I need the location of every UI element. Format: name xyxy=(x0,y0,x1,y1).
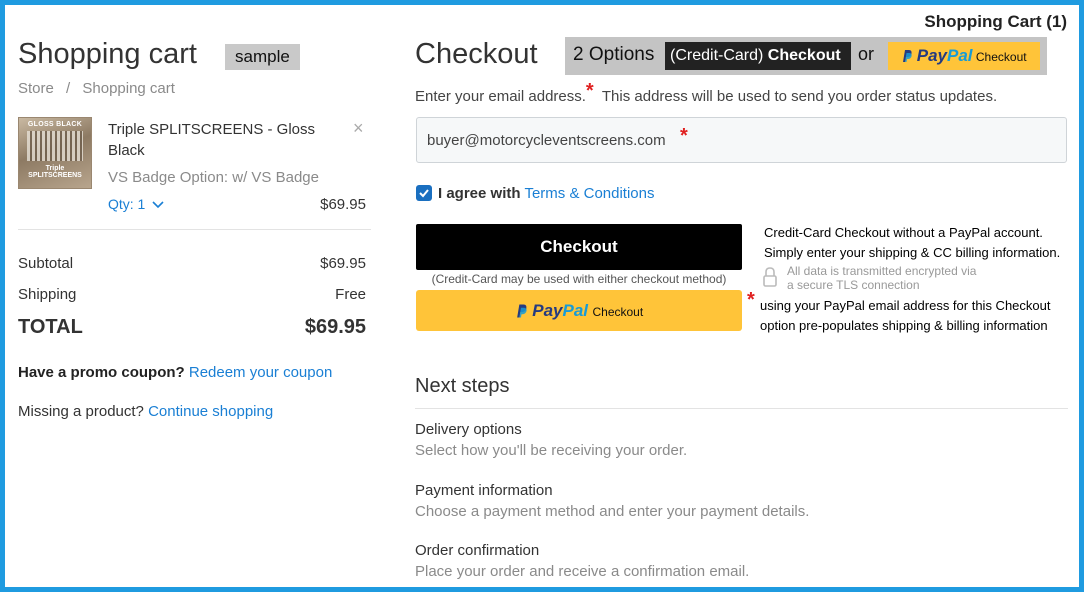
paypal-checkout-option: PayPal Checkout xyxy=(888,42,1040,70)
product-option: VS Badge Option: w/ VS Badge xyxy=(108,169,319,186)
cart-title: Shopping cart xyxy=(18,38,197,70)
shipping-value: Free xyxy=(335,286,366,303)
total-value: $69.95 xyxy=(304,316,366,338)
page-frame: Shopping Cart (1) Shopping cart sample S… xyxy=(0,0,1084,592)
shipping-label: Shipping xyxy=(18,286,77,303)
paypal-info-line1: using your PayPal email address for this… xyxy=(760,298,1051,313)
options-banner: 2 Options (Credit-Card) Checkout or PayP… xyxy=(565,37,1047,75)
redeem-coupon-link[interactable]: Redeem your coupon xyxy=(189,364,332,381)
email-prompt-row: Enter your email address.* This address … xyxy=(415,80,997,105)
paypal-info-star: * xyxy=(747,289,755,311)
step-desc: Select how you'll be receiving your orde… xyxy=(415,442,688,459)
breadcrumb: Store / Shopping cart xyxy=(18,80,175,97)
thumbnail-top-text: GLOSS BLACK xyxy=(27,121,83,128)
next-steps-title: Next steps xyxy=(415,375,510,397)
step-desc: Place your order and receive a confirmat… xyxy=(415,563,750,580)
thumbnail-bottom-text: Triple SPLITSCREENS xyxy=(28,165,82,179)
cc-checkout-option: (Credit-Card) Checkout xyxy=(665,42,851,70)
promo-row: Have a promo coupon? Redeem your coupon xyxy=(18,364,332,381)
sample-badge: sample xyxy=(225,44,300,70)
cc-option-part1: (Credit-Card) xyxy=(670,47,764,64)
step-payment: Payment information Choose a payment met… xyxy=(415,482,809,520)
step-title: Order confirmation xyxy=(415,542,540,559)
checkout-button[interactable]: Checkout xyxy=(416,224,742,270)
quantity-label: Qty: 1 xyxy=(108,196,146,212)
paypal-p-icon xyxy=(903,50,913,62)
breadcrumb-current: Shopping cart xyxy=(82,80,175,97)
step-title: Payment information xyxy=(415,482,553,499)
agree-row: I agree with Terms & Conditions xyxy=(438,185,655,202)
product-thumbnail[interactable]: GLOSS BLACK Triple SPLITSCREENS xyxy=(18,117,92,189)
checkmark-icon xyxy=(419,189,429,198)
step-title: Delivery options xyxy=(415,421,522,438)
checkout-title: Checkout xyxy=(415,38,538,70)
lock-icon xyxy=(763,267,777,287)
thumbnail-screen-pattern xyxy=(27,131,83,161)
paypal-button-pal: Pal xyxy=(562,301,589,320)
step-confirmation: Order confirmation Place your order and … xyxy=(415,542,749,580)
item-price: $69.95 xyxy=(320,196,366,213)
tls-line2: a secure TLS connection xyxy=(787,278,920,292)
step-delivery: Delivery options Select how you'll be re… xyxy=(415,421,687,459)
cart-count-header[interactable]: Shopping Cart (1) xyxy=(924,12,1067,32)
tls-line1: All data is transmitted encrypted via xyxy=(787,264,977,278)
continue-shopping-link[interactable]: Continue shopping xyxy=(148,403,273,420)
tls-info: All data is transmitted encrypted via a … xyxy=(787,264,976,292)
email-field[interactable]: buyer@motorcycleventscreens.com * xyxy=(416,117,1067,163)
promo-text: Have a promo coupon? xyxy=(18,364,185,381)
paypal-text-pal: Pal xyxy=(947,46,973,65)
step-desc: Choose a payment method and enter your p… xyxy=(415,503,810,520)
missing-text: Missing a product? xyxy=(18,403,144,420)
paypal-checkout-button[interactable]: PayPal Checkout xyxy=(416,290,742,331)
paypal-info: using your PayPal email address for this… xyxy=(760,296,1050,336)
cart-divider xyxy=(18,229,371,230)
agree-text: I agree with xyxy=(438,185,521,202)
cc-info: Credit-Card Checkout without a PayPal ac… xyxy=(764,223,1060,263)
email-prompt: Enter your email address. xyxy=(415,88,586,105)
cc-option-part2: Checkout xyxy=(767,47,841,64)
agree-checkbox[interactable] xyxy=(416,185,432,201)
options-or: or xyxy=(858,44,875,64)
breadcrumb-store[interactable]: Store xyxy=(18,80,54,97)
subtotal-value: $69.95 xyxy=(320,255,366,272)
paypal-button-checkout: Checkout xyxy=(592,305,644,319)
cc-info-line1: Credit-Card Checkout without a PayPal ac… xyxy=(764,225,1043,240)
paypal-text-pay: Pay xyxy=(916,46,947,65)
quantity-selector[interactable]: Qty: 1 xyxy=(108,196,164,212)
breadcrumb-separator: / xyxy=(66,80,71,97)
email-value: buyer@motorcycleventscreens.com xyxy=(427,132,666,149)
options-count: 2 Options xyxy=(573,44,655,65)
paypal-option-checkout: Checkout xyxy=(975,50,1027,64)
paypal-p-icon xyxy=(516,304,527,318)
email-hint: This address will be used to send you or… xyxy=(601,88,998,105)
email-field-star: * xyxy=(680,125,688,147)
terms-link[interactable]: Terms & Conditions xyxy=(524,185,654,202)
product-name[interactable]: Triple SPLITSCREENS - Gloss Black xyxy=(108,119,338,161)
paypal-info-line2: option pre-populates shipping & billing … xyxy=(760,318,1048,333)
subtotal-label: Subtotal xyxy=(18,255,74,272)
cc-note: (Credit-Card may be used with either che… xyxy=(431,272,727,286)
total-label: TOTAL xyxy=(18,316,83,338)
email-required-star: * xyxy=(585,80,594,102)
remove-item-icon[interactable]: × xyxy=(353,118,364,139)
chevron-down-icon xyxy=(152,201,164,209)
next-steps-divider xyxy=(415,408,1068,409)
paypal-button-pay: Pay xyxy=(532,301,563,320)
missing-row: Missing a product? Continue shopping xyxy=(18,403,273,420)
cc-info-line2: Simply enter your shipping & CC billing … xyxy=(764,245,1061,260)
